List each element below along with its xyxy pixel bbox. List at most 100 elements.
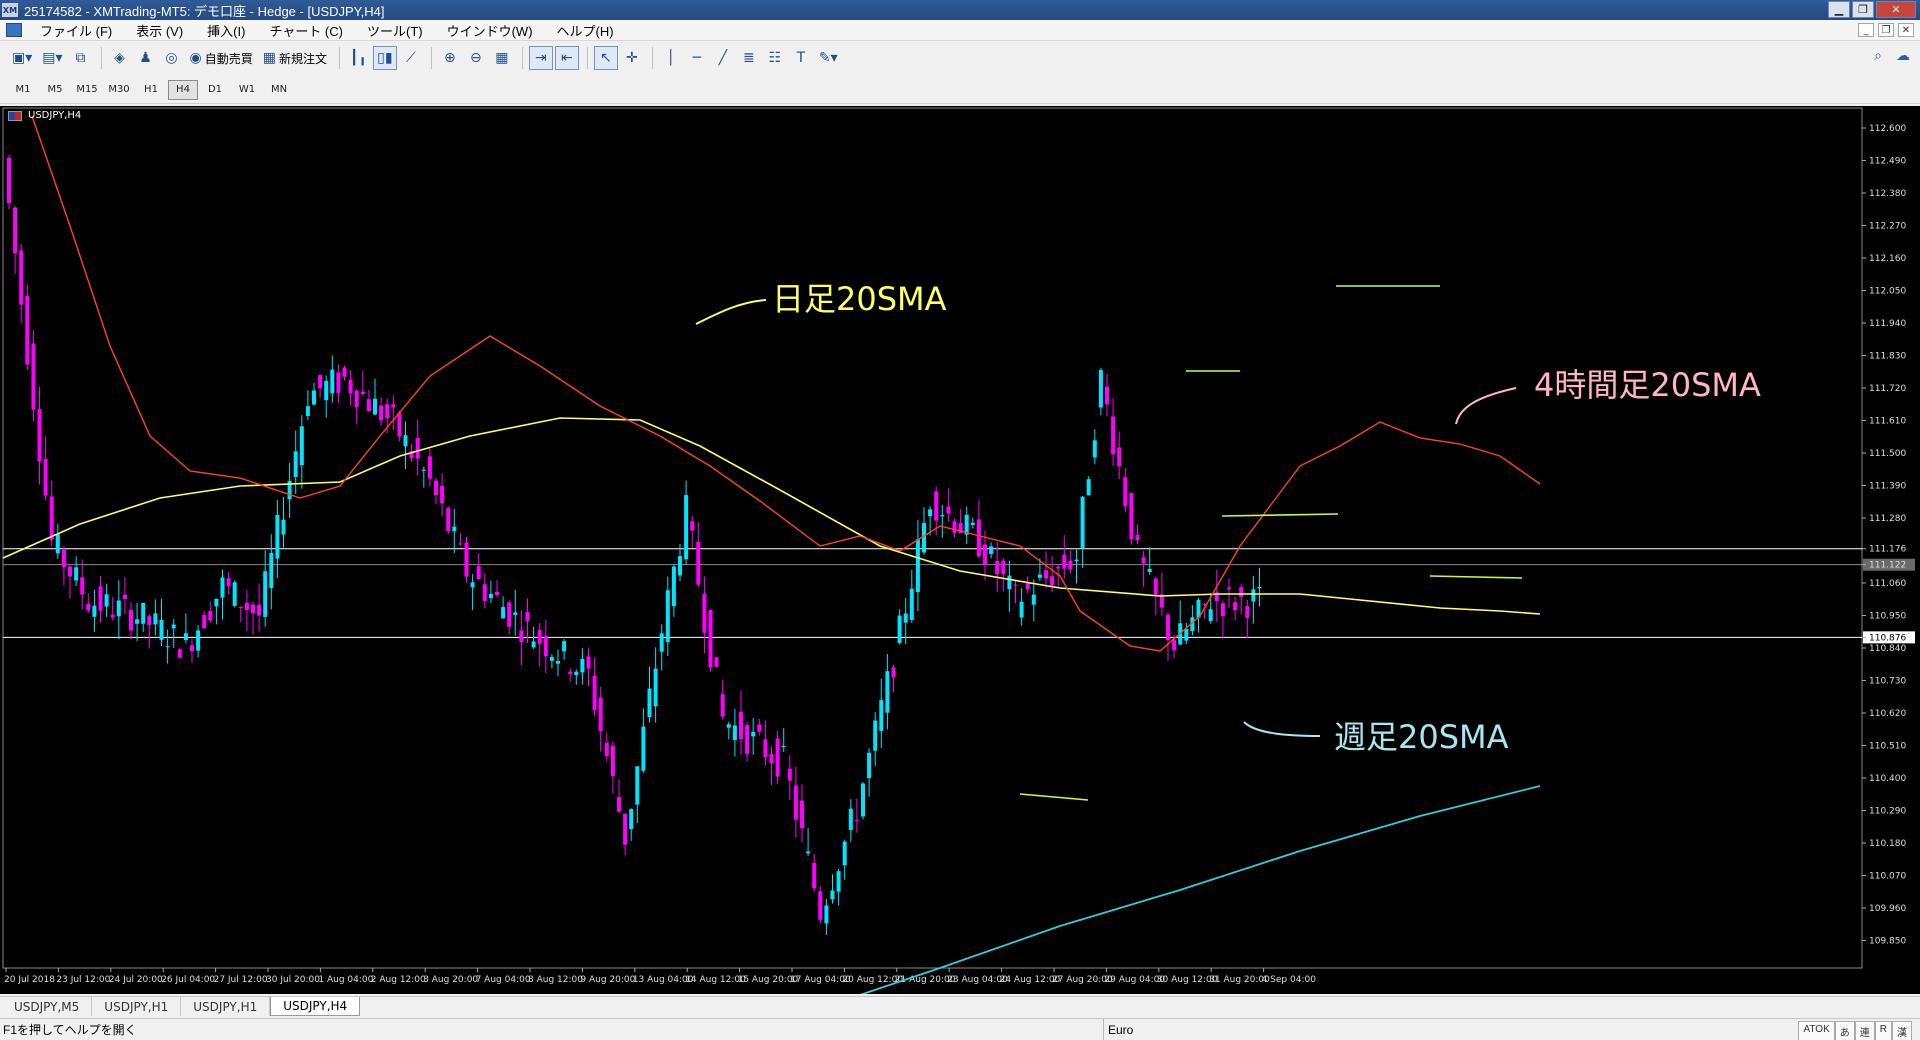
fibonacci-icon[interactable]: ≣ [737, 46, 761, 70]
restore-icon[interactable]: ❐ [1852, 1, 1874, 18]
horizontal-line-icon[interactable]: ─ [685, 46, 709, 70]
toolbar-separator [430, 47, 432, 69]
app-logo-icon: XM [2, 3, 18, 17]
candle-body [635, 766, 640, 805]
timeframe-h4[interactable]: H4 [168, 79, 198, 100]
ime-atok[interactable]: ATOK [1798, 1021, 1835, 1040]
candle-body [391, 404, 396, 408]
price-label: 110.876 [1869, 633, 1906, 643]
candle-body [348, 379, 353, 394]
candle-body [1153, 578, 1158, 595]
new-chart-icon[interactable]: ▣▾ [8, 46, 36, 70]
candle-body [1251, 589, 1256, 602]
line-chart-icon[interactable]: ⟋ [399, 46, 423, 70]
candle-body [1062, 554, 1067, 569]
mdi-minimize-icon[interactable]: _ [1858, 23, 1874, 37]
menu-chart[interactable]: チャート (C) [257, 21, 355, 40]
candle-body [848, 808, 853, 830]
ime-hiragana[interactable]: あ [1834, 1021, 1855, 1040]
zoom-in-icon[interactable]: ⊕ [438, 46, 462, 70]
candle-body [324, 380, 329, 401]
tab-usdjpy-h4[interactable]: USDJPY,H4 [270, 997, 361, 1016]
trend-line-icon[interactable]: ╱ [711, 46, 735, 70]
menu-tools[interactable]: ツール(T) [355, 21, 435, 40]
ime-kanji[interactable]: 漢 [1892, 1021, 1912, 1040]
timeframe-m5[interactable]: M5 [40, 80, 70, 100]
price-chart[interactable]: 112.600 112.490 112.380 112.270 112.160 112.0… [0, 106, 1920, 994]
crosshair-icon[interactable]: ✛ [620, 46, 644, 70]
timeframe-w1[interactable]: W1 [232, 80, 262, 100]
candle-body [129, 609, 133, 631]
new-order-button[interactable]: ▦ 新規注文 [259, 46, 331, 70]
mdi-close-icon[interactable]: ✕ [1898, 23, 1914, 37]
candle-body [714, 657, 719, 667]
candle-body [1086, 479, 1091, 496]
tab-usdjpy-h1-second[interactable]: USDJPY,H1 [181, 997, 271, 1016]
timeframe-h1[interactable]: H1 [136, 80, 166, 100]
signals-icon[interactable]: ◎ [160, 46, 184, 70]
equidistant-channel-icon[interactable]: ☷ [763, 46, 787, 70]
toolbar-separator [100, 47, 102, 69]
candlestick-icon[interactable]: ▯▮ [372, 46, 397, 70]
candle-body [543, 635, 548, 657]
chart-symbol-label: USDJPY,H4 [8, 110, 81, 121]
data-window-icon[interactable]: ◈ [108, 46, 132, 70]
navigator-icon[interactable]: ♟ [134, 46, 158, 70]
menu-file[interactable]: ファイル (F) [28, 21, 124, 40]
profiles-icon[interactable]: ▤▾ [38, 46, 66, 70]
candle-body [1111, 416, 1116, 455]
search-icon[interactable]: ⌕ [1874, 48, 1882, 64]
candle-body [1135, 534, 1140, 541]
candle-body [397, 412, 402, 437]
ime-ren[interactable]: 連 [1854, 1021, 1875, 1040]
auto-trade-button[interactable]: ◉ 自動売買 [186, 46, 257, 70]
timeframe-m30[interactable]: M30 [104, 80, 134, 100]
candle-body [281, 519, 286, 535]
candle-body [403, 435, 408, 447]
market-watch-icon[interactable]: ⧉ [69, 46, 93, 70]
candle-body [720, 694, 725, 717]
candle-body [598, 697, 603, 732]
text-icon[interactable]: T [789, 46, 813, 70]
candle-body [86, 603, 91, 611]
vertical-line-icon[interactable]: │ [659, 46, 683, 70]
candle-body [671, 566, 676, 607]
candle-body [488, 594, 493, 599]
candle-body [745, 724, 750, 754]
candle-body [903, 613, 908, 623]
chart-area[interactable]: 112.600 112.490 112.380 112.270 112.160 112.0… [0, 106, 1920, 994]
tile-windows-icon[interactable]: ▦ [490, 46, 514, 70]
tab-usdjpy-m5[interactable]: USDJPY,M5 [2, 997, 93, 1016]
candle-body [257, 604, 262, 616]
auto-scroll-icon[interactable]: ⇥ [528, 46, 553, 70]
cursor-icon[interactable]: ↖ [593, 46, 618, 70]
menu-insert[interactable]: 挿入(I) [195, 21, 257, 40]
candle-body [1141, 557, 1146, 564]
timeframe-mn[interactable]: MN [264, 80, 294, 100]
mt5-window: XM 25174582 - XMTrading-MT5: デモ口座 - Hedg… [0, 0, 1920, 1040]
menu-window[interactable]: ウインドウ(W) [435, 21, 545, 40]
mdi-restore-icon[interactable]: ❐ [1878, 23, 1894, 37]
candle-body [879, 700, 884, 732]
candle-body [1098, 370, 1103, 408]
candle-body [7, 157, 11, 204]
chat-icon[interactable]: ☁ [1896, 48, 1910, 64]
timeframe-m15[interactable]: M15 [72, 80, 102, 100]
close-icon[interactable]: ✕ [1876, 1, 1916, 18]
timeframe-d1[interactable]: D1 [200, 80, 230, 100]
candle-body [604, 742, 609, 756]
bar-chart-icon[interactable]: ┃╻ [346, 46, 371, 70]
candle-body [775, 738, 780, 777]
chart-shift-icon[interactable]: ⇤ [554, 46, 579, 70]
tab-usdjpy-h1[interactable]: USDJPY,H1 [92, 997, 182, 1016]
menu-help[interactable]: ヘルプ(H) [545, 21, 626, 40]
objects-dropdown-icon[interactable]: ✎▾ [815, 46, 842, 70]
menu-view[interactable]: 表示 (V) [124, 21, 195, 40]
ime-r[interactable]: R [1874, 1021, 1892, 1040]
candle-body [13, 207, 18, 254]
timeframe-m1[interactable]: M1 [8, 80, 38, 100]
chart-window-icon[interactable] [6, 23, 22, 37]
minimize-icon[interactable]: ▁ [1828, 1, 1850, 18]
candle-body [1025, 583, 1030, 590]
zoom-out-icon[interactable]: ⊖ [464, 46, 488, 70]
